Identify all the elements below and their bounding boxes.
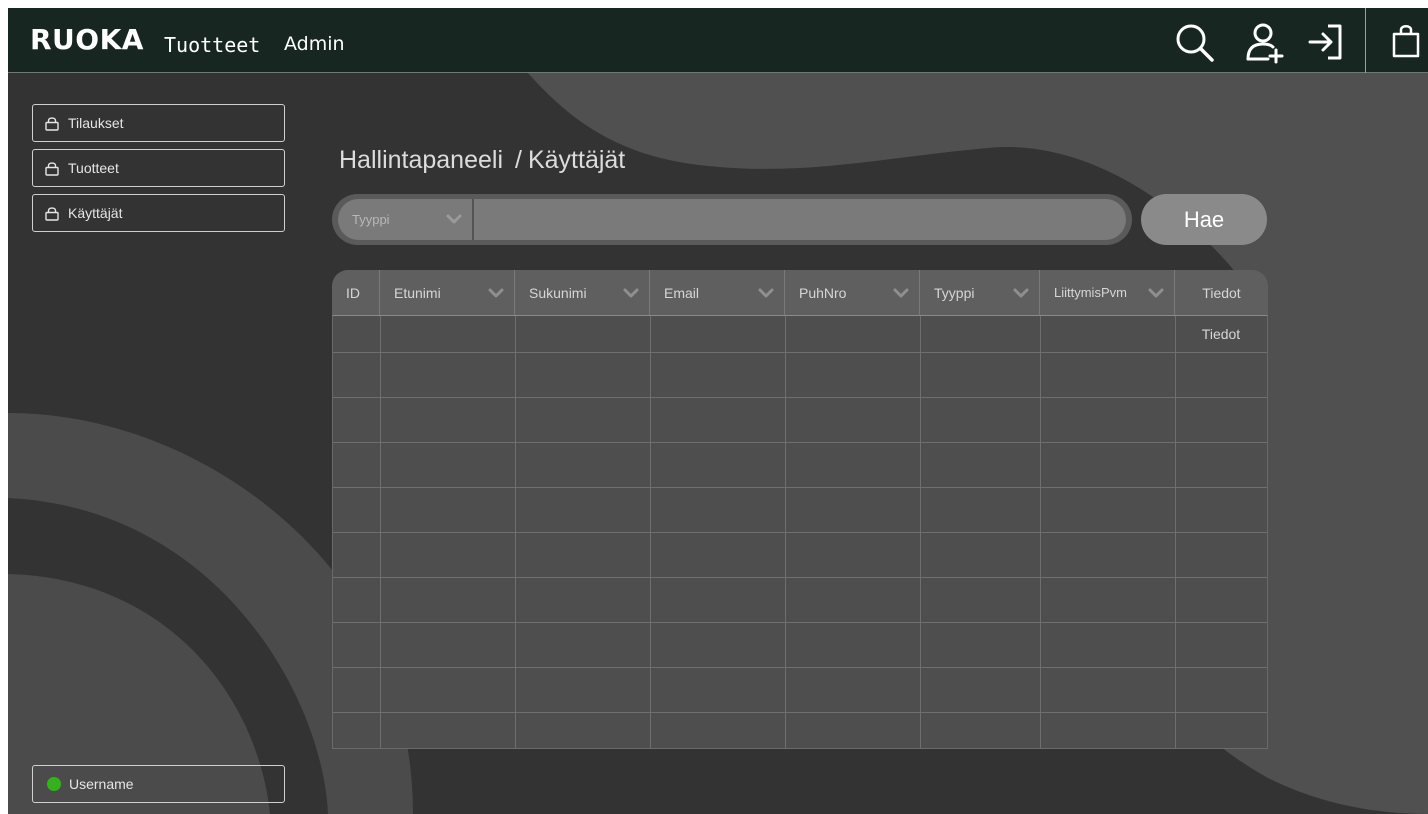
breadcrumb-current: Käyttäjät — [527, 146, 626, 174]
users-table: ID Etunimi Sukunimi Email PuhNro Tyyppi … — [332, 270, 1268, 749]
search-icon[interactable] — [1172, 20, 1218, 64]
app-root: RUOKA Tuotteet Admin Tilaukset Tuotteet … — [8, 8, 1428, 814]
sidebar-item-label: Tuotteet — [68, 160, 119, 176]
login-icon[interactable] — [1304, 20, 1350, 64]
column-header-liittymispvm[interactable]: LiittymisPvm — [1040, 270, 1175, 315]
search-input[interactable] — [476, 199, 1126, 240]
breadcrumb: Hallintapaneeli / Käyttäjät — [339, 146, 625, 175]
shopping-bag-icon[interactable] — [1388, 20, 1424, 64]
column-header-email[interactable]: Email — [650, 270, 785, 315]
column-header-sukunimi[interactable]: Sukunimi — [515, 270, 650, 315]
nav-link-products[interactable]: Tuotteet — [164, 33, 260, 57]
table-row-divider — [333, 352, 1267, 353]
details-link[interactable]: Tiedot — [1176, 326, 1266, 342]
lock-icon — [45, 161, 59, 176]
table-row-divider — [333, 667, 1267, 668]
column-header-etunimi[interactable]: Etunimi — [380, 270, 515, 315]
table-row-divider — [333, 577, 1267, 578]
search-bar-container: Tyyppi — [332, 194, 1132, 245]
breadcrumb-root[interactable]: Hallintapaneeli — [339, 146, 503, 174]
sidebar-item-products[interactable]: Tuotteet — [32, 149, 285, 187]
add-user-icon[interactable] — [1242, 20, 1288, 64]
chevron-down-icon[interactable] — [758, 287, 774, 299]
nav-link-admin[interactable]: Admin — [284, 33, 345, 55]
table-row-divider — [333, 712, 1267, 713]
sidebar-item-orders[interactable]: Tilaukset — [32, 104, 285, 142]
brand-logo[interactable]: RUOKA — [30, 23, 144, 56]
chevron-down-icon[interactable] — [1013, 287, 1029, 299]
chevron-down-icon[interactable] — [488, 287, 504, 299]
sidebar-item-label: Käyttäjät — [68, 205, 123, 221]
search-bar: Tyyppi — [338, 199, 1126, 240]
column-header-tiedot: Tiedot — [1202, 284, 1241, 301]
table-body: Tiedot — [332, 315, 1268, 749]
type-filter-select[interactable]: Tyyppi — [338, 199, 474, 240]
chevron-down-icon[interactable] — [623, 287, 639, 299]
online-status-indicator — [47, 777, 61, 791]
chevron-down-icon[interactable] — [1148, 287, 1164, 299]
table-row-divider — [333, 487, 1267, 488]
top-navigation-bar: RUOKA Tuotteet Admin — [8, 8, 1428, 73]
type-filter-label: Tyyppi — [352, 212, 390, 227]
chevron-down-icon — [446, 214, 462, 224]
username-label: Username — [69, 776, 134, 792]
sidebar-item-users[interactable]: Käyttäjät — [32, 194, 285, 232]
lock-icon — [45, 116, 59, 131]
table-header: ID Etunimi Sukunimi Email PuhNro Tyyppi … — [332, 270, 1268, 315]
sidebar-item-label: Tilaukset — [68, 115, 124, 131]
chevron-down-icon[interactable] — [893, 287, 909, 299]
header-divider — [1365, 8, 1366, 73]
table-row-divider — [333, 622, 1267, 623]
table-row-divider — [333, 442, 1267, 443]
column-header-id: ID — [332, 270, 380, 315]
search-button[interactable]: Hae — [1141, 194, 1267, 245]
column-header-puhnro[interactable]: PuhNro — [785, 270, 920, 315]
table-row-divider — [333, 532, 1267, 533]
table-row-divider — [333, 397, 1267, 398]
column-header-tyyppi[interactable]: Tyyppi — [920, 270, 1040, 315]
breadcrumb-separator: / — [515, 146, 522, 174]
lock-icon — [45, 206, 59, 221]
user-profile-button[interactable]: Username — [32, 765, 285, 803]
